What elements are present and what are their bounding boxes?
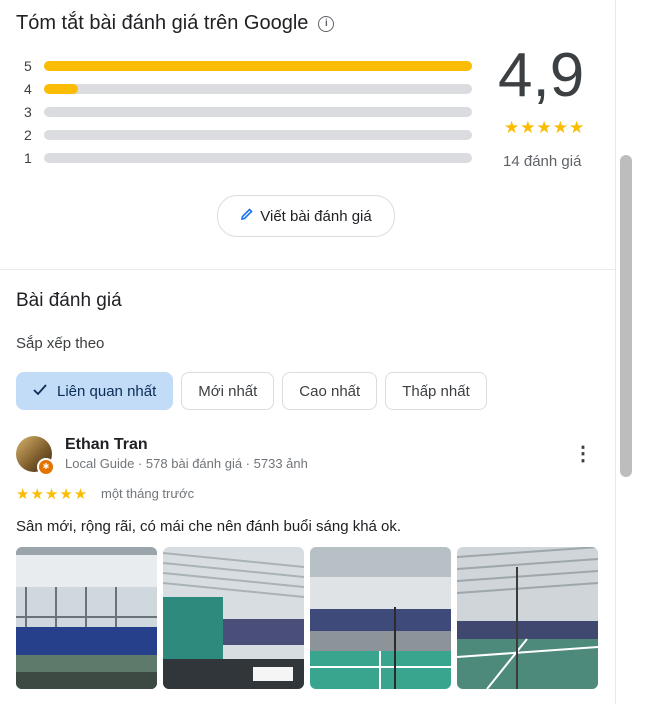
rating-bar-label: 2 [24, 126, 32, 143]
reviews-panel: Tóm tắt bài đánh giá trên Google i 5 4 3… [0, 0, 615, 704]
sort-label: Sắp xếp theo [16, 335, 105, 352]
sort-chips: Liên quan nhất Mới nhất Cao nhất Thấp nh… [16, 372, 487, 410]
rating-bar-row[interactable]: 2 [24, 123, 474, 146]
rating-bar-track [44, 152, 472, 163]
rating-bar-label: 1 [24, 149, 32, 166]
reviewer-meta: Local Guide · 578 bài đánh giá · 5733 ản… [65, 456, 308, 471]
sort-chip-label: Thấp nhất [402, 382, 470, 400]
rating-bar-label: 5 [24, 57, 32, 74]
sort-chip-lowest[interactable]: Thấp nhất [385, 372, 487, 410]
scrollbar-thumb[interactable] [620, 155, 632, 477]
rating-bar-row[interactable]: 4 [24, 77, 474, 100]
section-divider [0, 269, 615, 270]
sort-chip-highest[interactable]: Cao nhất [282, 372, 378, 410]
pencil-icon [240, 207, 254, 225]
check-icon [33, 383, 47, 400]
rating-bar-fill [44, 60, 472, 71]
review-photo[interactable] [16, 547, 157, 689]
local-guide-badge-icon: ✱ [37, 458, 55, 476]
reviews-title: Bài đánh giá [16, 290, 122, 311]
review-time: một tháng trước [101, 486, 195, 501]
average-rating: 4,9 [498, 41, 585, 110]
sort-chip-label: Mới nhất [198, 382, 258, 400]
review-photo[interactable] [310, 547, 451, 689]
write-review-label: Viết bài đánh giá [260, 207, 372, 225]
rating-bar-row[interactable]: 3 [24, 100, 474, 123]
sort-chip-label: Liên quan nhất [57, 382, 157, 400]
rating-bar-track [44, 106, 472, 117]
review-count[interactable]: 14 đánh giá [503, 153, 581, 170]
review-text: Sân mới, rộng rãi, có mái che nên đánh b… [16, 518, 402, 535]
review-stars: ★★★★★ [16, 486, 89, 503]
rating-bar-row[interactable]: 1 [24, 146, 474, 169]
rating-bar-track [44, 129, 472, 140]
rating-bar-fill [44, 83, 79, 94]
rating-bar-track [44, 60, 472, 71]
review-photo[interactable] [163, 547, 304, 689]
more-options-icon[interactable]: ⋮ [573, 442, 593, 466]
summary-header: Tóm tắt bài đánh giá trên Google i [16, 12, 335, 35]
summary-title: Tóm tắt bài đánh giá trên Google [16, 12, 309, 34]
review-photos [16, 547, 598, 689]
rating-bar-row[interactable]: 5 [24, 54, 474, 77]
sort-chip-relevant[interactable]: Liên quan nhất [16, 372, 174, 410]
info-icon[interactable]: i [318, 15, 335, 32]
rating-distribution: 5 4 3 2 1 [24, 54, 474, 169]
rating-bar-label: 4 [24, 80, 32, 97]
average-stars: ★★★★★ [504, 118, 586, 137]
review-photo[interactable] [457, 547, 598, 689]
sort-chip-label: Cao nhất [299, 382, 361, 400]
sort-chip-newest[interactable]: Mới nhất [181, 372, 275, 410]
rating-bar-track [44, 83, 472, 94]
write-review-button[interactable]: Viết bài đánh giá [217, 195, 395, 237]
rating-bar-label: 3 [24, 103, 32, 120]
reviewer-name[interactable]: Ethan Tran [65, 436, 148, 454]
